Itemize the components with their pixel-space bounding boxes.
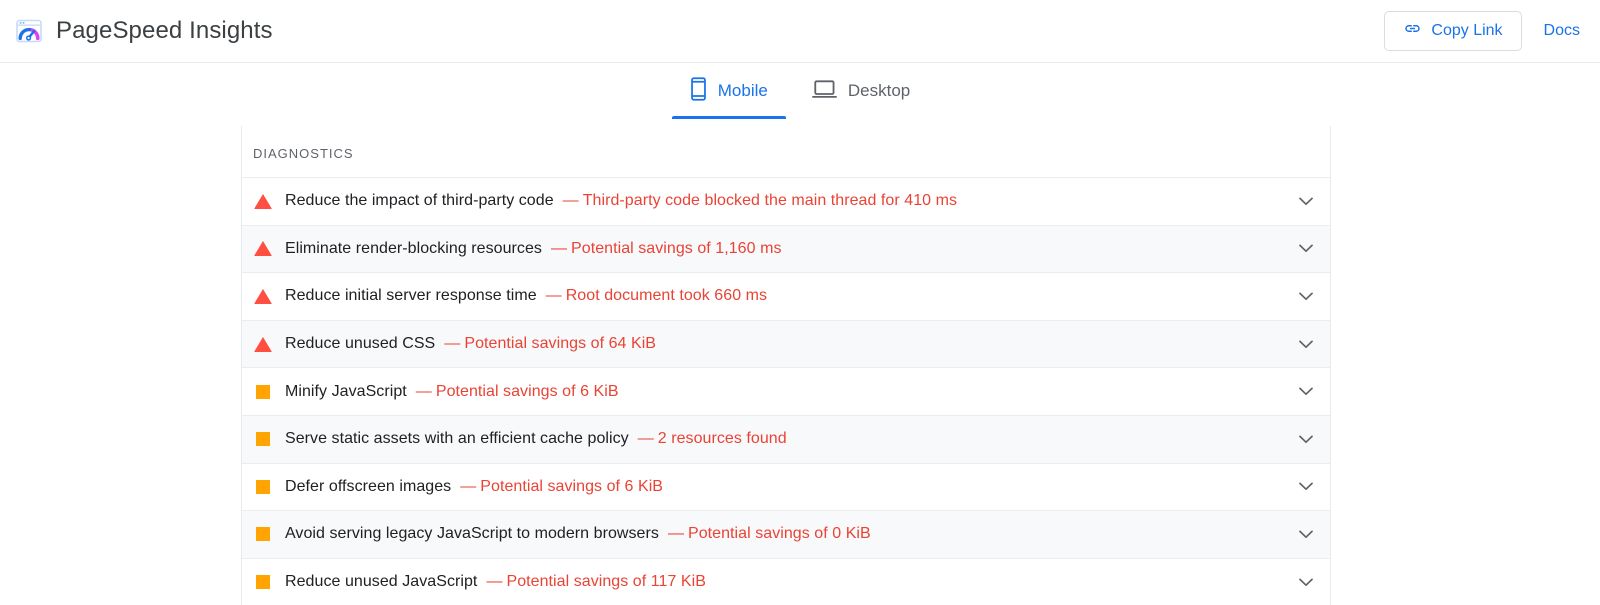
audit-metric: —2 resources found bbox=[638, 430, 787, 448]
link-icon bbox=[1403, 19, 1422, 43]
audit-metric-dash: — bbox=[562, 192, 579, 210]
severity-high-marker bbox=[254, 241, 272, 257]
audit-metric: — Third-party code blocked the main threa… bbox=[563, 192, 957, 210]
chevron-down-icon[interactable] bbox=[1296, 572, 1316, 592]
docs-link[interactable]: Docs bbox=[1544, 22, 1582, 40]
chevron-down-icon[interactable] bbox=[1296, 477, 1316, 497]
audit-metric-dash: — bbox=[667, 525, 684, 543]
audit-metric-value: Potential savings of 0 KiB bbox=[688, 525, 871, 543]
brand: PageSpeed Insights bbox=[14, 16, 273, 46]
severity-high-marker bbox=[254, 336, 272, 352]
warning-triangle-icon bbox=[253, 286, 273, 306]
audit-metric: — Root document took 660 ms bbox=[546, 287, 767, 305]
chevron-down-icon[interactable] bbox=[1296, 286, 1316, 306]
warning-triangle-icon bbox=[253, 239, 273, 259]
audit-title: Avoid serving legacy JavaScript to moder… bbox=[285, 525, 659, 543]
audit-row[interactable]: Reduce initial server response time — Root… bbox=[242, 272, 1330, 320]
severity-high-marker bbox=[254, 288, 272, 304]
severity-medium-marker bbox=[256, 432, 270, 447]
audit-metric: — Potential savings of 64 KiB bbox=[444, 335, 656, 353]
mobile-phone-icon bbox=[690, 76, 707, 106]
copy-link-label: Copy Link bbox=[1431, 22, 1503, 39]
audit-metric-dash: — bbox=[550, 239, 568, 257]
audit-metric-value: Potential savings of 117 KiB bbox=[506, 573, 706, 591]
audit-row[interactable]: Serve static assets with an efficient ca… bbox=[242, 414, 1330, 463]
audit-metric-dash: — bbox=[545, 287, 562, 305]
chevron-down-icon[interactable] bbox=[1296, 429, 1316, 449]
audit-title: Serve static assets with an efficient ca… bbox=[285, 430, 629, 448]
audit-row[interactable]: Minify JavaScript — Potential savings of 6… bbox=[242, 367, 1330, 415]
audit-metric-value: Potential savings of 1,160 ms bbox=[571, 239, 782, 257]
warning-square-icon bbox=[253, 477, 273, 497]
audit-metric-dash: — bbox=[486, 573, 503, 591]
audit-metric-value: Third-party code blocked the main thread… bbox=[582, 192, 958, 210]
pagespeed-insights-logo-icon bbox=[14, 16, 44, 46]
audit-metric-value: 2 resources found bbox=[657, 430, 787, 448]
audit-metric-value: Potential savings of 6 KiB bbox=[480, 477, 664, 495]
audit-metric-value: Potential savings of 64 KiB bbox=[464, 335, 657, 353]
audit-row[interactable]: Eliminate render-blocking resources — Pote… bbox=[242, 224, 1330, 273]
audit-title: Defer offscreen images bbox=[285, 477, 452, 495]
audit-metric-dash: — bbox=[637, 430, 654, 448]
audit-metric: — Potential savings of 0 KiB bbox=[668, 525, 871, 543]
tab-mobile-label: Mobile bbox=[717, 81, 768, 100]
chevron-down-icon[interactable] bbox=[1296, 239, 1316, 259]
audit-metric-dash: — bbox=[460, 477, 477, 495]
chevron-down-icon[interactable] bbox=[1296, 334, 1316, 354]
audit-row[interactable]: Reduce unused CSS — Potential savings of 6… bbox=[242, 319, 1330, 368]
audit-metric: — Potential savings of 6 KiB bbox=[416, 383, 619, 401]
warning-square-icon bbox=[253, 524, 273, 544]
audit-row[interactable]: Reduce unused JavaScript — Potential savin… bbox=[242, 557, 1330, 605]
audit-title: Reduce unused JavaScript bbox=[285, 573, 478, 591]
desktop-laptop-icon bbox=[811, 78, 837, 105]
severity-medium-marker bbox=[256, 575, 270, 590]
copy-link-button[interactable]: Copy Link bbox=[1384, 11, 1522, 51]
audit-title: Reduce the impact of third-party code bbox=[285, 192, 554, 210]
tab-mobile[interactable]: Mobile bbox=[668, 63, 790, 119]
audit-title: Reduce unused CSS bbox=[285, 335, 436, 353]
active-tab-indicator bbox=[671, 116, 786, 119]
chevron-down-icon[interactable] bbox=[1296, 382, 1316, 402]
audit-metric-dash: — bbox=[444, 335, 461, 353]
diagnostics-section-label: DIAGNOSTICS bbox=[253, 146, 354, 161]
warning-triangle-icon bbox=[253, 191, 273, 211]
audit-row[interactable]: Avoid serving legacy JavaScript to moder… bbox=[242, 510, 1330, 558]
audit-metric-value: Potential savings of 6 KiB bbox=[435, 382, 619, 400]
warning-square-icon bbox=[253, 572, 273, 592]
warning-square-icon bbox=[253, 382, 273, 402]
audit-metric-value: Root document took 660 ms bbox=[565, 287, 768, 305]
header-actions: Copy Link Docs bbox=[1384, 11, 1582, 51]
audit-metric: — Potential savings of 117 KiB bbox=[486, 573, 706, 591]
page-body: DIAGNOSTICS Reduce the impact of third-p… bbox=[0, 121, 1600, 605]
audit-list: Reduce the impact of third-party code — Th… bbox=[242, 177, 1330, 605]
tab-desktop-label: Desktop bbox=[847, 81, 911, 100]
severity-medium-marker bbox=[256, 527, 270, 542]
page-title: PageSpeed Insights bbox=[56, 17, 273, 44]
severity-medium-marker bbox=[256, 384, 270, 399]
chevron-down-icon[interactable] bbox=[1296, 524, 1316, 544]
audit-row[interactable]: Defer offscreen images — Potential savings… bbox=[242, 462, 1330, 511]
app-header: PageSpeed Insights Copy Link Docs bbox=[0, 0, 1600, 63]
audit-metric: — Potential savings of 6 KiB bbox=[460, 478, 663, 496]
chevron-down-icon[interactable] bbox=[1296, 191, 1316, 211]
audit-row[interactable]: Reduce the impact of third-party code — Th… bbox=[242, 177, 1330, 225]
audit-title: Reduce initial server response time bbox=[285, 287, 537, 305]
audit-title: Eliminate render-blocking resources bbox=[285, 239, 542, 257]
warning-triangle-icon bbox=[253, 334, 273, 354]
severity-high-marker bbox=[254, 193, 272, 209]
tab-desktop[interactable]: Desktop bbox=[790, 63, 932, 119]
diagnostics-card: DIAGNOSTICS Reduce the impact of third-p… bbox=[241, 126, 1331, 605]
audit-metric-dash: — bbox=[415, 382, 432, 400]
audit-title: Minify JavaScript bbox=[285, 382, 407, 400]
form-factor-tabs: Mobile Desktop bbox=[0, 63, 1600, 121]
audit-metric: — Potential savings of 1,160 ms bbox=[551, 240, 782, 258]
severity-medium-marker bbox=[256, 479, 270, 494]
warning-square-icon bbox=[253, 429, 273, 449]
